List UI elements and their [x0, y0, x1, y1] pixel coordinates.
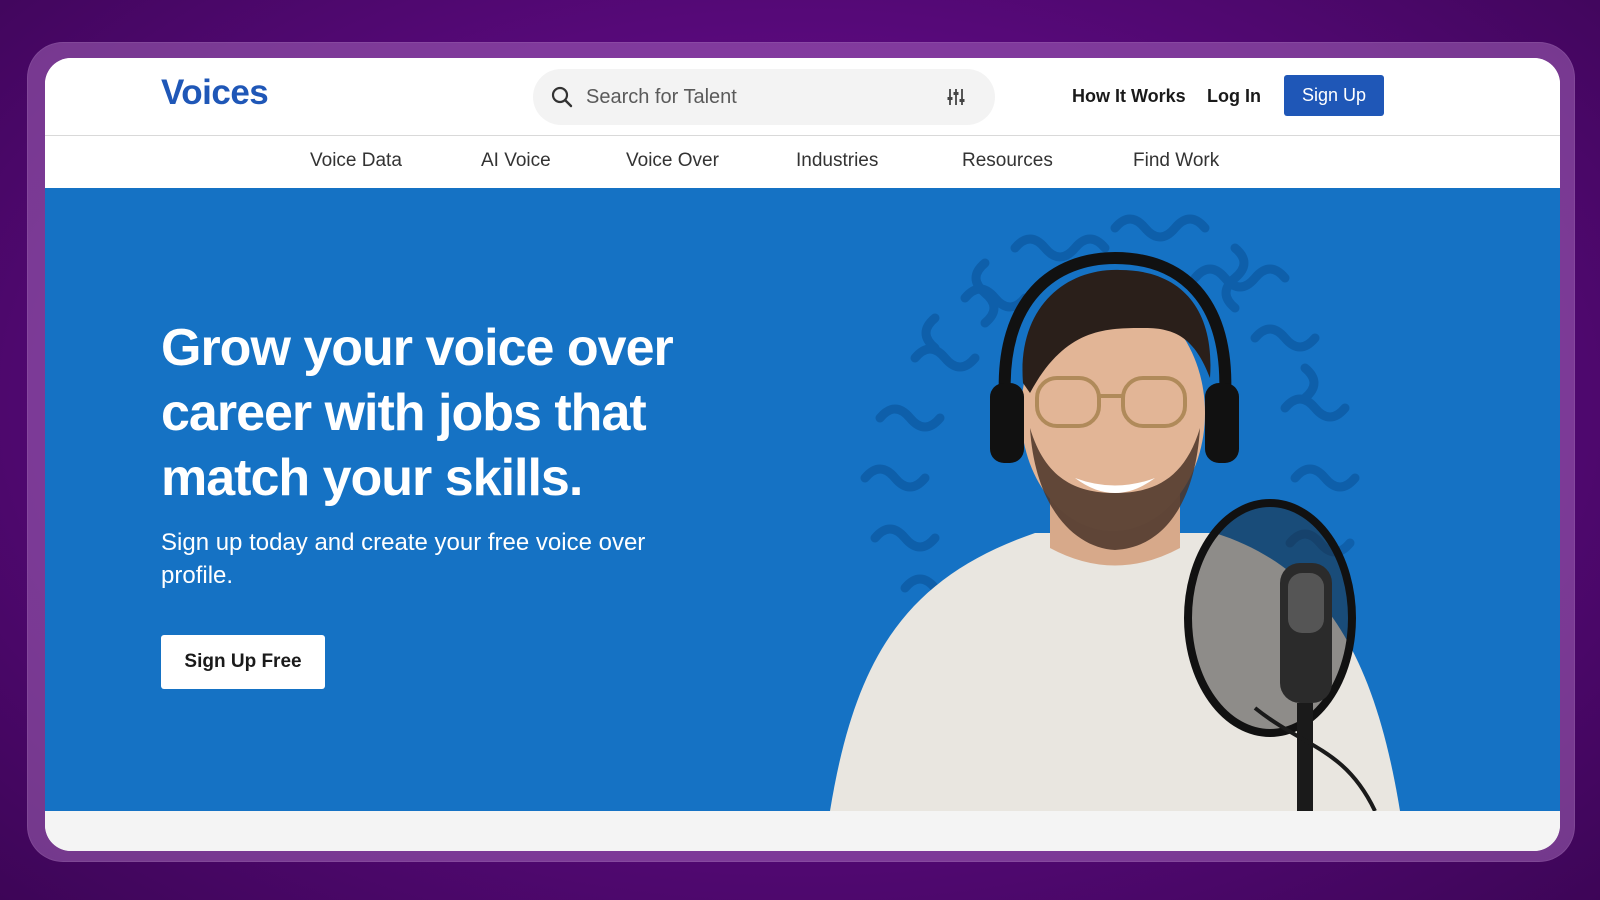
talent-search-bar[interactable]: Search for Talent: [533, 69, 995, 125]
nav-item-resources[interactable]: Resources: [962, 150, 1053, 172]
hero-section: Grow your voice over career with jobs th…: [45, 188, 1560, 811]
voice-actor-illustration: [830, 214, 1400, 811]
search-icon: [551, 86, 573, 108]
log-in-link[interactable]: Log In: [1207, 86, 1261, 107]
sign-up-free-button[interactable]: Sign Up Free: [161, 635, 325, 689]
how-it-works-link[interactable]: How It Works: [1072, 86, 1186, 107]
below-fold-strip: [45, 811, 1560, 851]
voices-logo[interactable]: Voices: [161, 73, 269, 113]
search-input[interactable]: Search for Talent: [586, 86, 737, 109]
nav-item-voice-data[interactable]: Voice Data: [310, 150, 402, 172]
headphone-left: [990, 383, 1024, 463]
hero-title: Grow your voice over career with jobs th…: [161, 319, 674, 507]
sign-up-button[interactable]: Sign Up: [1284, 75, 1384, 116]
nav-item-voice-over[interactable]: Voice Over: [626, 150, 719, 172]
hero-subtitle: Sign up today and create your free voice…: [161, 529, 646, 589]
nav-item-find-work[interactable]: Find Work: [1133, 150, 1219, 172]
category-nav: Voice Data AI Voice Voice Over Industrie…: [45, 136, 1560, 188]
headphone-right: [1205, 383, 1239, 463]
nav-item-ai-voice[interactable]: AI Voice: [481, 150, 551, 172]
browser-window: Voices Search for Talent How It Works Lo…: [45, 58, 1560, 851]
nav-item-industries[interactable]: Industries: [796, 150, 878, 172]
mic-stand: [1297, 703, 1313, 811]
sliders-icon[interactable]: [946, 87, 966, 107]
site-header: Voices Search for Talent How It Works Lo…: [45, 58, 1560, 136]
